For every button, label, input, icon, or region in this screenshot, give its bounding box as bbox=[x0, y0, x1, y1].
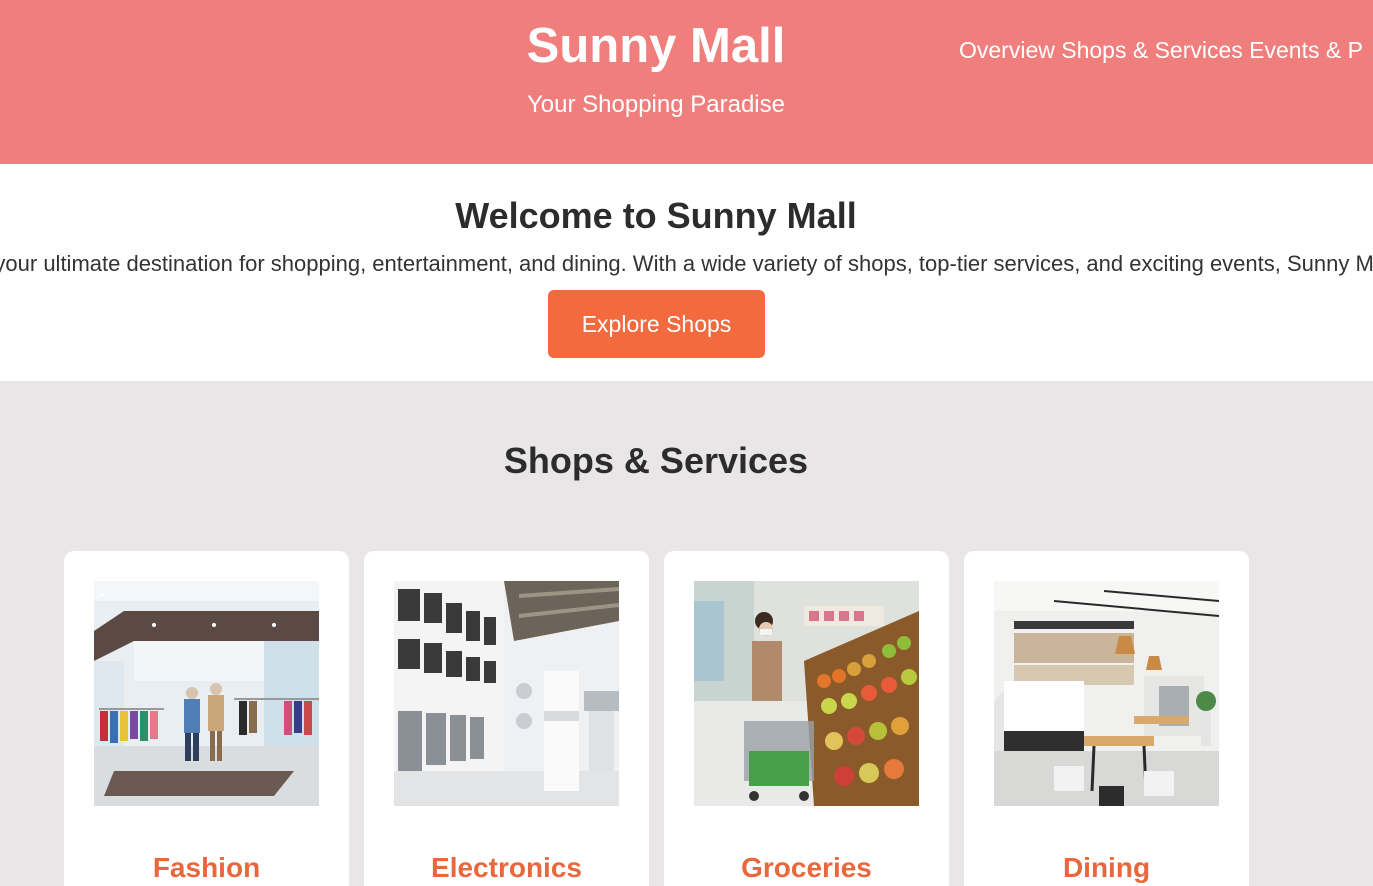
shop-card-fashion[interactable]: Fashion bbox=[64, 551, 349, 886]
grocery-store-image bbox=[694, 581, 919, 806]
shop-card-label: Groceries bbox=[741, 852, 872, 883]
explore-shops-button[interactable]: Explore Shops bbox=[548, 290, 765, 358]
shop-card-label: Dining bbox=[1062, 852, 1151, 883]
fashion-store-image bbox=[94, 581, 319, 806]
shop-card-dining[interactable]: Dining bbox=[964, 551, 1249, 886]
shops-section: Shops & Services Fashion Electronics Gro… bbox=[0, 381, 1373, 886]
site-header: Sunny Mall Your Shopping Paradise Overvi… bbox=[0, 0, 1373, 164]
welcome-section: Welcome to Sunny Mall Sunny Mall is your… bbox=[0, 164, 1373, 381]
electronics-store-image bbox=[394, 581, 619, 806]
shop-card-electronics[interactable]: Electronics bbox=[364, 551, 649, 886]
nav-links[interactable]: Overview Shops & Services Events & P bbox=[959, 37, 1363, 63]
main-nav: Overview Shops & Services Events & P bbox=[959, 36, 1363, 64]
welcome-title: Welcome to Sunny Mall bbox=[455, 195, 857, 236]
shop-card-label: Electronics bbox=[431, 852, 582, 883]
site-subtitle: Your Shopping Paradise bbox=[527, 91, 785, 118]
shop-card-groceries[interactable]: Groceries bbox=[664, 551, 949, 886]
shops-title: Shops & Services bbox=[503, 440, 809, 481]
shop-card-label: Fashion bbox=[152, 852, 261, 883]
welcome-text: Sunny Mall is your ultimate destination … bbox=[0, 251, 1373, 276]
restaurant-image bbox=[994, 581, 1219, 806]
